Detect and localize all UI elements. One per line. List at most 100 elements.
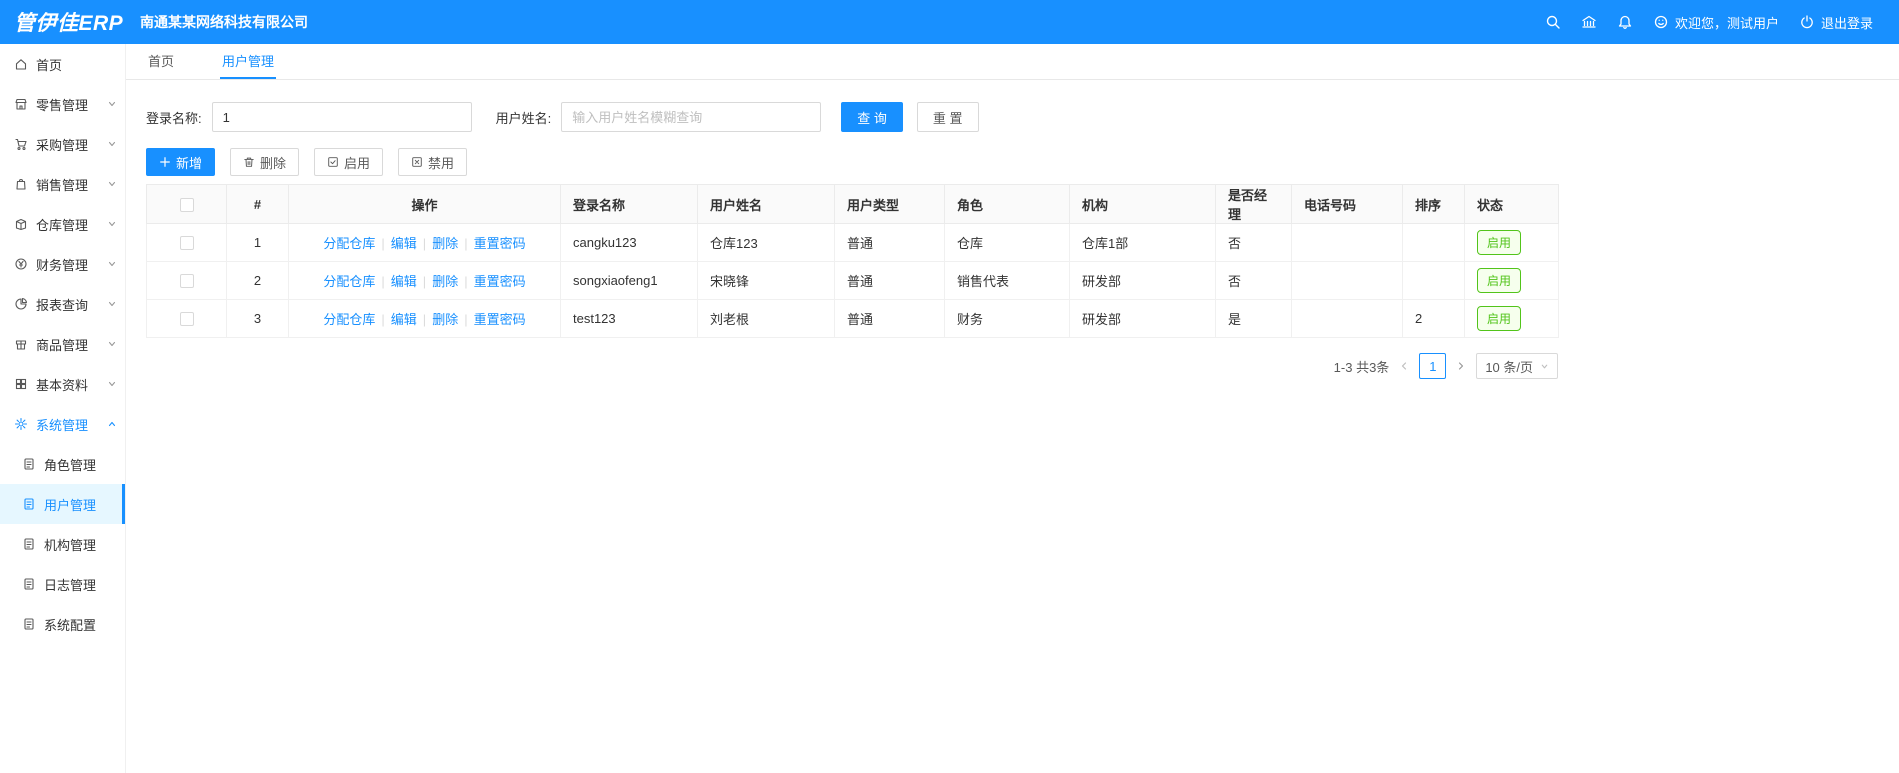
sidebar-subitem-orgs[interactable]: 机构管理 [0, 524, 125, 564]
sidebar-subitem-label: 机构管理 [44, 537, 97, 553]
sidebar-subitem-config[interactable]: 系统配置 [0, 604, 125, 644]
status-badge[interactable]: 启用 [1477, 268, 1522, 293]
reset-password-link[interactable]: 重置密码 [474, 312, 526, 327]
sidebar-item-reports[interactable]: 报表查询 [0, 284, 125, 324]
col-user-name: 用户姓名 [697, 184, 835, 224]
sidebar-item-home[interactable]: 首页 [0, 44, 125, 84]
sidebar-item-sales[interactable]: 销售管理 [0, 164, 125, 204]
sidebar-subitem-label: 用户管理 [44, 497, 97, 513]
table-header-row: # 操作 登录名称 用户姓名 用户类型 角色 机构 是否经理 电话号码 排序 状… [146, 184, 1559, 224]
login-name-cell: test123 [560, 299, 698, 338]
assign-warehouse-link[interactable]: 分配仓库 [323, 312, 375, 327]
row-index: 1 [226, 223, 289, 262]
user-type-cell: 普通 [834, 261, 945, 300]
separator: | [464, 312, 468, 327]
bag-icon [14, 177, 28, 191]
assign-warehouse-link[interactable]: 分配仓库 [323, 274, 375, 289]
current-page-button[interactable]: 1 [1419, 353, 1447, 379]
sidebar-item-warehouse[interactable]: 仓库管理 [0, 204, 125, 244]
separator: | [422, 274, 427, 289]
tab-user-management[interactable]: 用户管理 [220, 44, 277, 79]
sidebar-item-retail[interactable]: 零售管理 [0, 84, 125, 124]
is-manager-cell: 是 [1215, 299, 1292, 338]
x-square-icon [411, 156, 423, 168]
delete-button[interactable]: 删除 [230, 148, 300, 176]
col-status: 状态 [1464, 184, 1559, 224]
delete-link[interactable]: 删除 [432, 312, 458, 327]
plus-icon [159, 156, 171, 168]
tab-home[interactable]: 首页 [146, 44, 176, 79]
next-page-icon[interactable] [1456, 361, 1466, 371]
search-button[interactable]: 查 询 [841, 102, 903, 132]
role-cell: 财务 [944, 299, 1070, 338]
sidebar-item-purchase[interactable]: 采购管理 [0, 124, 125, 164]
disable-button[interactable]: 禁用 [398, 148, 468, 176]
sidebar-item-label: 仓库管理 [36, 217, 89, 233]
pagination: 1-3 共3条 1 10 条/页 [146, 353, 1558, 379]
edit-link[interactable]: 编辑 [391, 274, 417, 289]
delete-link[interactable]: 删除 [432, 236, 458, 251]
sidebar-item-label: 采购管理 [36, 137, 89, 153]
col-index: # [226, 184, 289, 224]
edit-link[interactable]: 编辑 [391, 312, 417, 327]
user-welcome[interactable]: 欢迎您，测试用户 [1653, 13, 1779, 32]
document-icon [22, 537, 36, 551]
bell-icon[interactable] [1617, 14, 1633, 30]
logout-text: 退出登录 [1820, 15, 1873, 31]
page-size-select[interactable]: 10 条/页 [1476, 353, 1558, 379]
row-checkbox[interactable] [179, 236, 194, 251]
add-button[interactable]: 新增 [146, 148, 216, 176]
table-row: 2 分配仓库 | 编辑 | 删除 | 重置密码 songxiaofeng1 宋晓锋 普通 销… [146, 261, 1559, 300]
sidebar-item-label: 基本资料 [36, 377, 89, 393]
prev-page-icon[interactable] [1399, 361, 1409, 371]
sidebar-item-system[interactable]: 系统管理 [0, 404, 125, 444]
topbar: 管伊佳ERP 南通某某网络科技有限公司 欢迎您，测试用户 退出登录 [0, 0, 1899, 44]
sidebar-subitem-roles[interactable]: 角色管理 [0, 444, 125, 484]
search-icon[interactable] [1545, 14, 1561, 30]
filter-row: 登录名称: 用户姓名: 查 询 重 置 [146, 102, 1879, 132]
edit-link[interactable]: 编辑 [391, 236, 417, 251]
enable-button[interactable]: 启用 [314, 148, 384, 176]
sidebar-item-finance[interactable]: 财务管理 [0, 244, 125, 284]
login-name-input[interactable] [211, 102, 472, 132]
org-cell: 仓库1部 [1069, 223, 1216, 262]
org-cell: 研发部 [1069, 299, 1216, 338]
document-icon [22, 577, 36, 591]
disable-button-label: 禁用 [428, 155, 455, 171]
row-checkbox[interactable] [179, 274, 194, 289]
app-logo: 管伊佳ERP [14, 12, 124, 35]
phone-cell [1291, 223, 1403, 262]
assign-warehouse-link[interactable]: 分配仓库 [323, 236, 375, 251]
sidebar-subitem-users[interactable]: 用户管理 [0, 484, 125, 524]
user-name-input[interactable] [561, 102, 822, 132]
topbar-right: 欢迎您，测试用户 退出登录 [1545, 13, 1899, 32]
select-all-checkbox[interactable] [179, 197, 194, 212]
sidebar-item-label: 报表查询 [36, 297, 89, 313]
sidebar-item-basic-data[interactable]: 基本资料 [0, 364, 125, 404]
col-role: 角色 [944, 184, 1070, 224]
home-screen-icon[interactable] [1581, 14, 1597, 30]
reset-password-link[interactable]: 重置密码 [474, 236, 526, 251]
sidebar-item-products[interactable]: 商品管理 [0, 324, 125, 364]
status-badge[interactable]: 启用 [1477, 306, 1522, 331]
content: 登录名称: 用户姓名: 查 询 重 置 新增 删除 启用 [126, 80, 1899, 379]
reset-button[interactable]: 重 置 [916, 102, 979, 132]
sidebar-item-label: 销售管理 [36, 177, 89, 193]
pie-chart-icon [14, 297, 28, 311]
sidebar-subitem-logs[interactable]: 日志管理 [0, 564, 125, 604]
logout-button[interactable]: 退出登录 [1799, 13, 1873, 32]
row-index: 3 [226, 299, 289, 338]
separator: | [422, 236, 427, 251]
status-badge[interactable]: 启用 [1477, 230, 1522, 255]
delete-link[interactable]: 删除 [432, 274, 458, 289]
reset-password-link[interactable]: 重置密码 [474, 274, 526, 289]
document-icon [22, 457, 36, 471]
chevron-down-icon [107, 379, 117, 389]
row-checkbox[interactable] [179, 312, 194, 327]
separator: | [422, 312, 427, 327]
col-sort: 排序 [1402, 184, 1465, 224]
trash-icon [243, 156, 255, 168]
col-actions: 操作 [288, 184, 561, 224]
chevron-down-icon [1540, 362, 1549, 371]
power-icon [1799, 14, 1815, 30]
